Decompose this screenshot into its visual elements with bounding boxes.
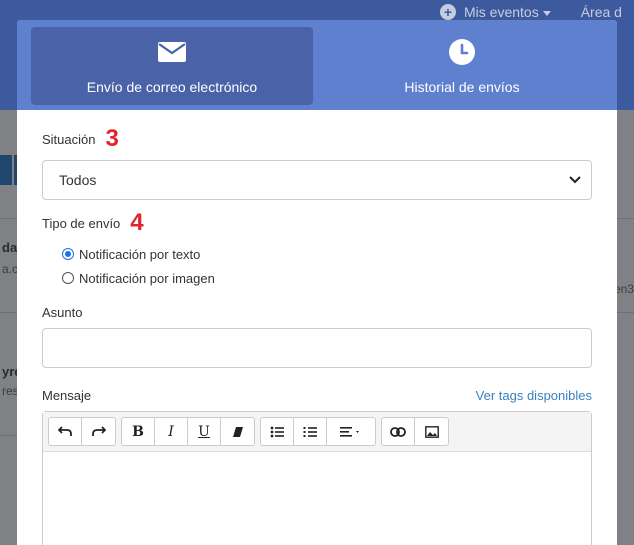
subject-label-text: Asunto — [42, 304, 83, 320]
radio-unchecked[interactable] — [62, 272, 74, 284]
background-divider-2 — [0, 312, 18, 313]
background-divider — [0, 218, 18, 219]
background-snippet-5: en3 — [614, 282, 634, 296]
undo-icon[interactable] — [49, 418, 82, 446]
tab-history[interactable]: Historial de envíos — [321, 27, 603, 105]
subject-label: Asunto — [42, 302, 592, 322]
background-button — [0, 155, 12, 185]
message-header: Mensaje Ver tags disponibles — [42, 388, 592, 403]
situation-select[interactable]: Todos — [42, 160, 592, 200]
radio-checked[interactable] — [62, 248, 74, 260]
redo-icon[interactable] — [82, 418, 115, 446]
numbered-list-icon[interactable] — [294, 418, 327, 446]
nav-my-events[interactable]: Mis eventos — [464, 4, 551, 20]
subject-input[interactable] — [42, 328, 592, 368]
nav-my-events-label: Mis eventos — [464, 4, 539, 20]
background-divider-right-2 — [616, 312, 634, 313]
message-editor[interactable]: B I U — [42, 411, 592, 545]
paragraph-group — [260, 417, 376, 446]
step-3-badge: 3 — [105, 125, 119, 152]
clock-icon — [448, 37, 476, 67]
underline-icon[interactable]: U — [188, 418, 221, 446]
format-group: B I U — [121, 417, 255, 446]
background-divider-right — [616, 218, 634, 219]
eraser-icon[interactable] — [221, 418, 254, 446]
add-icon[interactable]: + — [440, 4, 456, 20]
tab-send-email[interactable]: Envío de correo electrónico — [31, 27, 313, 105]
background-nav: + Mis eventos Área d — [440, 4, 622, 20]
background-snippet-2: a.c — [2, 262, 19, 276]
view-tags-link[interactable]: Ver tags disponibles — [476, 388, 592, 403]
insert-group — [381, 417, 449, 446]
situation-select-value: Todos — [59, 172, 97, 188]
background-divider-3 — [0, 435, 18, 436]
align-dropdown-icon[interactable] — [327, 418, 375, 446]
bold-icon[interactable]: B — [122, 418, 155, 446]
modal-body: Situación 3 Todos Tipo de envío 4 Notifi… — [17, 124, 617, 545]
radio-image-label: Notificación por imagen — [79, 270, 215, 286]
background-snippet-1: da — [2, 240, 18, 255]
editor-toolbar: B I U — [43, 412, 591, 452]
situation-label-row: Situación 3 — [42, 124, 592, 154]
chevron-down-icon — [569, 176, 581, 184]
bullet-list-icon[interactable] — [261, 418, 294, 446]
situation-label: Situación — [42, 131, 96, 147]
tab-history-label: Historial de envíos — [404, 79, 520, 95]
radio-text-label: Notificación por texto — [79, 246, 201, 262]
envelope-icon — [157, 37, 187, 67]
image-icon[interactable] — [415, 418, 448, 446]
link-icon[interactable] — [382, 418, 415, 446]
nav-area[interactable]: Área d — [581, 4, 622, 20]
send-type-label: Tipo de envío — [42, 215, 121, 231]
send-type-label-row: Tipo de envío 4 — [42, 208, 592, 238]
chevron-down-icon — [542, 10, 551, 16]
radio-text-notification[interactable]: Notificación por texto — [42, 242, 592, 266]
tab-send-email-label: Envío de correo electrónico — [86, 79, 258, 95]
history-group — [48, 417, 116, 446]
step-4-badge: 4 — [130, 209, 144, 236]
email-modal: Envío de correo electrónico Historial de… — [17, 20, 617, 545]
radio-image-notification[interactable]: Notificación por imagen — [42, 266, 592, 290]
message-label: Mensaje — [42, 388, 92, 403]
italic-icon[interactable]: I — [155, 418, 188, 446]
modal-header: Envío de correo electrónico Historial de… — [17, 20, 617, 110]
